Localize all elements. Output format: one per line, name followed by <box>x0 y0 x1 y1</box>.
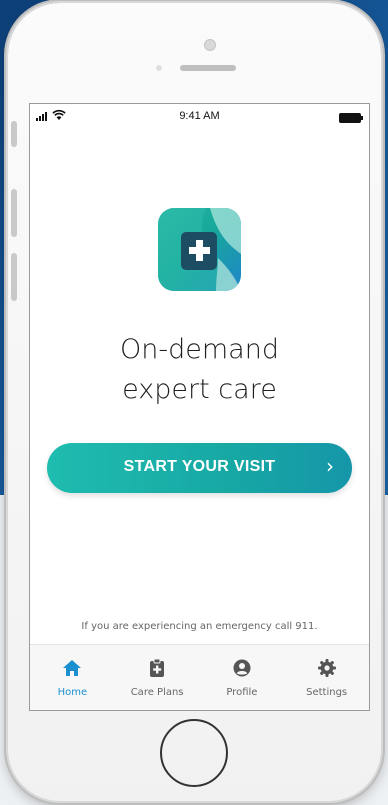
phone-home-button[interactable] <box>160 719 228 787</box>
tab-care-plans[interactable]: Care Plans <box>115 645 200 710</box>
medical-cross-app-logo-icon <box>158 208 241 291</box>
earpiece-speaker <box>180 65 236 71</box>
tab-settings[interactable]: Settings <box>284 645 369 710</box>
start-visit-label: START YOUR VISIT <box>123 458 276 475</box>
mute-switch <box>11 121 17 147</box>
tab-profile-label: Profile <box>226 687 258 698</box>
status-bar: 9:41 AM <box>30 104 369 132</box>
headline-line-2: expert care <box>122 374 277 405</box>
tab-home-label: Home <box>57 687 88 698</box>
front-camera <box>204 39 216 51</box>
tab-care-plans-label: Care Plans <box>130 687 184 698</box>
gear-icon <box>317 659 336 677</box>
tab-profile[interactable]: Profile <box>200 645 285 710</box>
volume-up-button <box>11 189 17 237</box>
phone-screen: 9:41 AM On-demand expert care START YOUR… <box>29 103 370 711</box>
medical-clipboard-icon <box>150 658 165 677</box>
chevron-right-icon: › <box>326 454 334 478</box>
user-icon <box>233 659 251 677</box>
battery-icon <box>339 113 363 123</box>
emergency-notice: If you are experiencing an emergency cal… <box>81 621 318 632</box>
headline-line-1: On-demand <box>120 334 279 365</box>
tab-settings-label: Settings <box>306 687 348 698</box>
headline: On-demand expert care <box>30 330 369 410</box>
tab-bar: Home Care Plans Profile Settings <box>30 644 369 710</box>
tab-home[interactable]: Home <box>30 645 115 710</box>
volume-down-button <box>11 253 17 301</box>
proximity-sensor <box>156 65 162 71</box>
status-time: 9:41 AM <box>179 110 220 122</box>
home-icon <box>63 660 82 676</box>
start-visit-button[interactable]: START YOUR VISIT › <box>47 443 352 493</box>
